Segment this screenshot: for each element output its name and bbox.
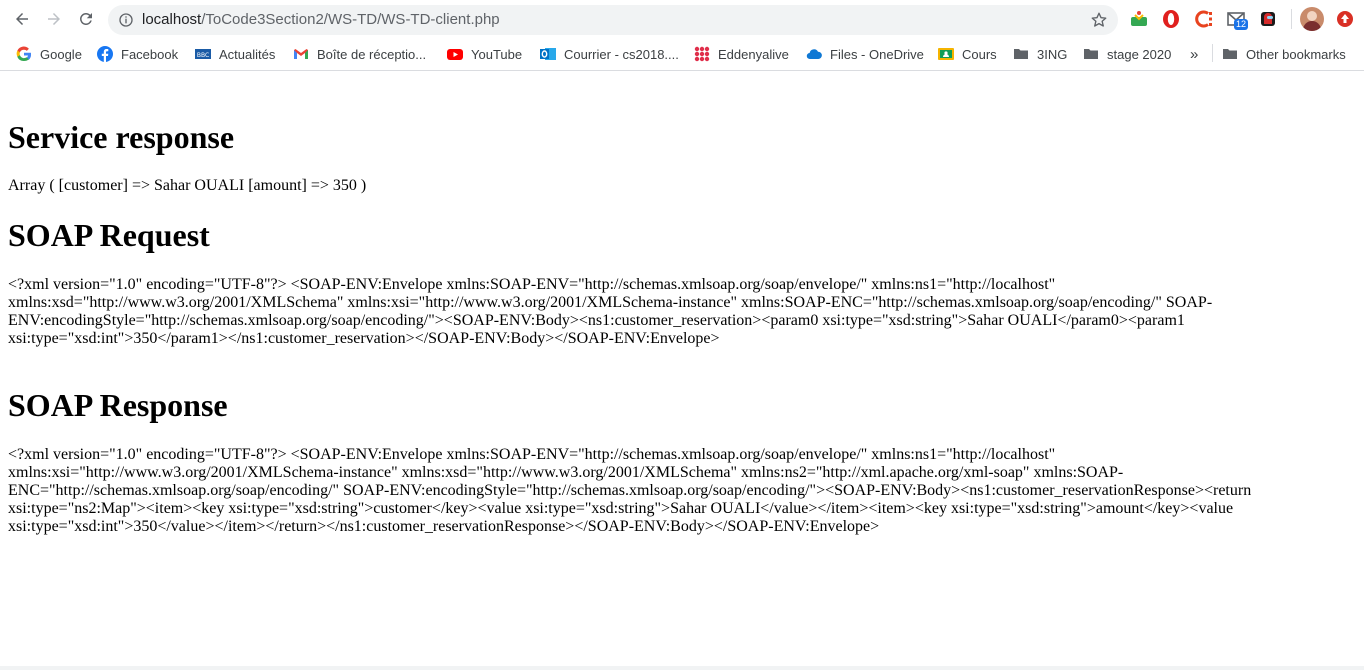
bookmark-stage-2020[interactable]: stage 2020 [1083, 44, 1171, 64]
soap-request-text: <?xml version="1.0" encoding="UTF-8"?> <… [8, 276, 1213, 347]
soap-response-text: <?xml version="1.0" encoding="UTF-8"?> <… [8, 446, 1252, 535]
soap-response-heading: SOAP Response [8, 387, 228, 423]
update-menu-icon[interactable] [1335, 9, 1355, 29]
toolbar-divider [1291, 9, 1292, 29]
address-bar[interactable]: localhost/ToCode3Section2/WS-TD/WS-TD-cl… [108, 5, 1118, 35]
service-response-text: Array ( [customer] => Sahar OUALI [amoun… [8, 177, 367, 194]
url-path: /ToCode3Section2/WS-TD/WS-TD-client.php [201, 11, 500, 28]
forward-button[interactable] [40, 5, 68, 33]
bookmark-3ing[interactable]: 3ING [1013, 44, 1067, 64]
bookmark-cours[interactable]: Cours [938, 44, 997, 64]
bookmark-label: stage 2020 [1107, 46, 1172, 62]
folder-icon [1223, 49, 1237, 59]
soap-request-heading: SOAP Request [8, 217, 210, 253]
bookmark-courrier[interactable]: Courrier - cs2018.... [540, 44, 679, 64]
news-icon: BBC [195, 49, 211, 59]
bookmark-facebook[interactable]: Facebook [97, 44, 178, 64]
window-bottom-edge [0, 666, 1364, 670]
folder-icon [1014, 49, 1028, 59]
info-icon[interactable] [118, 12, 134, 28]
bookmark-label: Cours [962, 46, 997, 62]
reload-button[interactable] [72, 5, 100, 33]
bookmark-youtube[interactable]: YouTube [447, 44, 522, 64]
bookmark-label: Facebook [121, 46, 179, 62]
bookmark-onedrive[interactable]: Files - OneDrive [806, 44, 924, 64]
bookmark-actualites[interactable]: BBC Actualités [195, 44, 275, 64]
bookmark-google[interactable]: Google [16, 44, 82, 64]
among-us-extension-icon[interactable] [1258, 9, 1278, 29]
other-bookmarks[interactable]: Other bookmarks [1222, 44, 1346, 64]
profile-avatar[interactable] [1300, 7, 1324, 31]
forward-arrow-icon [48, 13, 60, 25]
mail-badge: 12 [1234, 19, 1249, 30]
bookmark-label: Courrier - cs2018.... [564, 46, 679, 62]
back-arrow-icon [16, 13, 28, 25]
browser-toolbar: localhost/ToCode3Section2/WS-TD/WS-TD-cl… [0, 0, 1364, 38]
bookmark-label: Files - OneDrive [830, 46, 924, 62]
google-icon [16, 46, 32, 62]
bookmarks-divider [1212, 44, 1213, 62]
avatar-face [1307, 11, 1317, 21]
mail-extension[interactable]: 12 [1226, 9, 1252, 30]
opera-extension-icon[interactable] [1161, 9, 1181, 29]
bookmark-gmail[interactable]: Boîte de réceptio... [293, 44, 426, 64]
bookmark-label: YouTube [471, 46, 523, 62]
bookmark-label: Eddenyalive [718, 46, 789, 62]
service-response-heading: Service response [8, 119, 235, 155]
folder-icon [1084, 49, 1098, 59]
bookmark-label: Boîte de réceptio... [317, 46, 427, 62]
youtube-icon [447, 49, 463, 60]
facebook-icon [97, 46, 113, 62]
gmail-icon [294, 49, 308, 59]
bookmarks-bar: Google Facebook BBC Actualités Boîte de … [0, 38, 1364, 71]
bookmark-label: 3ING [1037, 46, 1068, 62]
svg-text:BBC: BBC [197, 52, 209, 59]
url-host: localhost [142, 11, 202, 28]
outlook-icon [540, 48, 556, 60]
other-bookmarks-label: Other bookmarks [1246, 46, 1346, 62]
bookmark-eddenyalive[interactable]: Eddenyalive [694, 44, 789, 64]
reload-icon [80, 13, 92, 25]
classroom-icon [938, 48, 954, 60]
url-text[interactable]: localhost/ToCode3Section2/WS-TD/WS-TD-cl… [142, 11, 500, 28]
bookmark-star-icon[interactable] [1090, 11, 1108, 29]
avatar-body [1303, 21, 1321, 31]
bookmark-label: Actualités [219, 46, 276, 62]
c-extension-icon[interactable] [1194, 9, 1214, 29]
back-button[interactable] [8, 5, 36, 33]
grid-app-icon [694, 46, 710, 62]
inbox-extension-icon[interactable] [1129, 9, 1149, 29]
onedrive-icon [806, 49, 822, 60]
chevrons-icon: » [1190, 45, 1199, 63]
bookmark-label: Google [40, 46, 82, 62]
more-bookmarks-button[interactable]: » [1190, 44, 1198, 64]
